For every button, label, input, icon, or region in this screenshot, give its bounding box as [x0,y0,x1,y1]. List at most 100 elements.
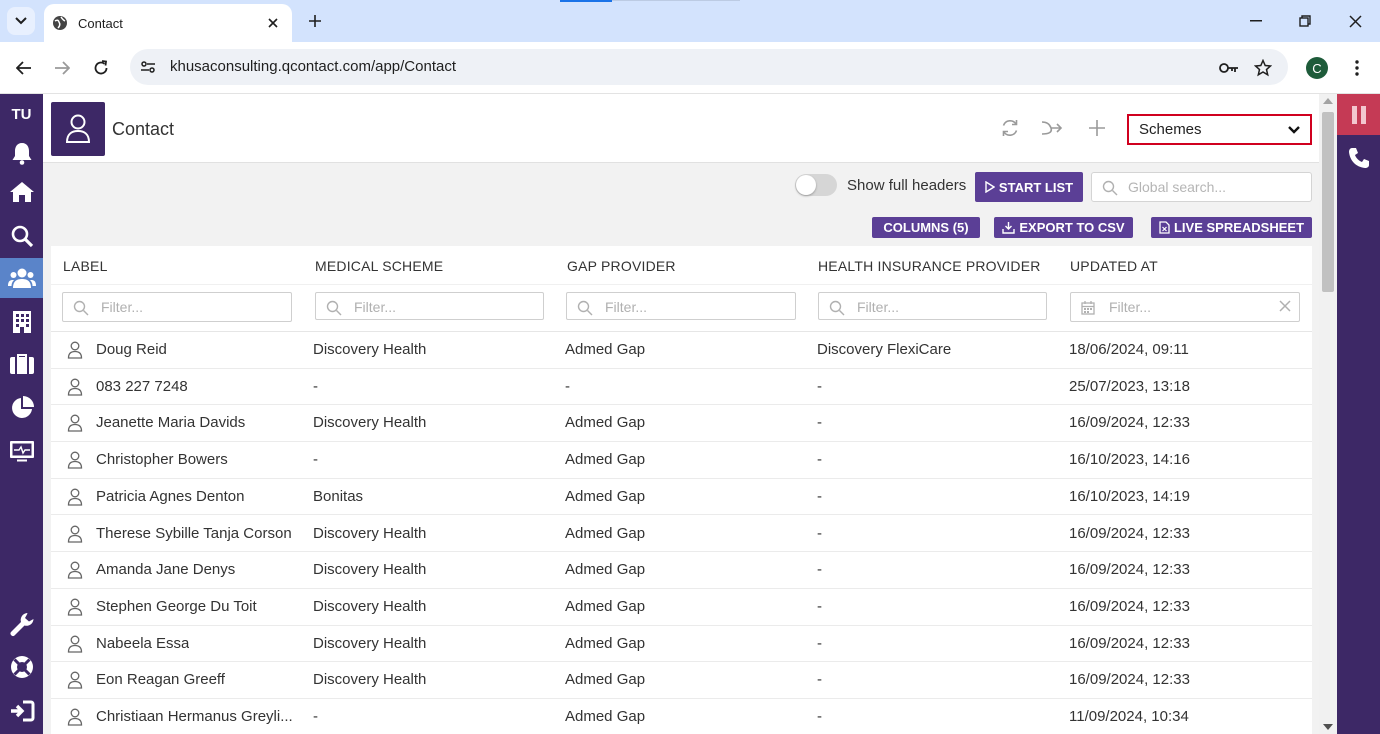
close-icon [1348,14,1362,28]
table-row[interactable]: 083 227 7248 - - - 25/07/2023, 13:18 [51,369,1312,406]
global-search-input[interactable]: Global search... [1091,172,1312,202]
plus-icon [309,15,321,27]
table-row[interactable]: Christopher Bowers - Admed Gap - 16/10/2023,… [51,442,1312,479]
cell-label[interactable]: Christiaan Hermanus Greyli... [96,708,293,725]
app-sidebar: TU [0,94,43,734]
user-icon [67,598,83,616]
refresh-button[interactable] [997,115,1023,141]
url-text[interactable]: khusaconsulting.qcontact.com/app/Contact [170,58,456,75]
add-record-button[interactable] [1084,115,1110,141]
column-header-gap-provider[interactable]: GAP PROVIDER [567,258,676,274]
start-list-label: START LIST [998,179,1074,195]
table-row[interactable]: Christiaan Hermanus Greyli... - Admed Gap -… [51,699,1312,734]
table-row[interactable]: Nabeela Essa Discovery Health Admed Gap - 16… [51,626,1312,663]
merge-icon [1041,121,1063,135]
omnibox[interactable]: khusaconsulting.qcontact.com/app/Contact [130,49,1288,85]
cell-label[interactable]: Christopher Bowers [96,451,228,468]
cell-label[interactable]: 083 227 7248 [96,378,188,395]
profile-avatar[interactable]: C [1306,57,1328,79]
scroll-down-icon[interactable] [1323,724,1333,730]
tab-strip-divider [612,0,740,1]
export-csv-label: EXPORT TO CSV [1019,220,1125,235]
cell-label[interactable]: Patricia Agnes Denton [96,488,244,505]
contacts-icon [7,268,36,288]
chevron-down-icon [1288,125,1300,134]
table-row[interactable]: Jeanette Maria Davids Discovery Health Adm… [51,405,1312,443]
table-row[interactable]: Stephen George Du Toit Discovery Health Ad… [51,589,1312,626]
sidebar-item-cases[interactable] [0,344,43,384]
phone-button[interactable] [1337,140,1380,176]
scroll-up-icon[interactable] [1323,98,1333,104]
pause-button[interactable] [1337,94,1380,135]
filter-gap-provider[interactable]: Filter... [566,292,796,320]
back-button[interactable] [11,55,37,81]
tab-search-button[interactable] [7,7,35,35]
sidebar-item-contacts[interactable] [0,258,43,298]
browser-tab[interactable]: Contact [44,4,292,42]
window-close-button[interactable] [1342,8,1368,34]
column-header-label[interactable]: LABEL [63,258,108,274]
new-tab-button[interactable] [302,8,328,34]
sidebar-item-help[interactable] [0,647,43,687]
filter-medical-scheme[interactable]: Filter... [315,292,544,320]
password-key-icon[interactable] [1218,57,1240,79]
sidebar-item-logout[interactable] [0,691,43,731]
cell-updated-at: 25/07/2023, 13:18 [1069,377,1190,395]
export-csv-button[interactable]: EXPORT TO CSV [994,217,1133,238]
cell-label[interactable]: Stephen George Du Toit [96,598,257,615]
tab-strip-accent [560,0,612,2]
minimize-button[interactable] [1243,8,1269,34]
cell-label[interactable]: Therese Sybille Tanja Corson [96,525,292,542]
cell-medical-scheme: - [313,451,318,469]
clear-icon[interactable] [1279,300,1291,312]
tab-close-button[interactable] [262,12,284,34]
full-headers-label: Show full headers [847,177,967,194]
cell-medical-scheme: Discovery Health [313,561,427,579]
browser-menu-button[interactable] [1346,56,1368,80]
cell-label[interactable]: Amanda Jane Denys [96,561,235,578]
cell-medical-scheme: Bonitas [313,487,364,505]
column-header-health-insurance-provider[interactable]: HEALTH INSURANCE PROVIDER [818,258,1041,274]
full-headers-toggle[interactable] [795,174,837,196]
sidebar-item-monitor[interactable] [0,431,43,471]
scroll-thumb[interactable] [1322,112,1334,292]
page-scrollbar[interactable] [1319,94,1337,734]
restore-button[interactable] [1292,8,1318,34]
merge-button[interactable] [1039,115,1065,141]
table-row[interactable]: Patricia Agnes Denton Bonitas Admed Gap - 16… [51,479,1312,516]
forward-button[interactable] [49,55,75,81]
global-search-placeholder: Global search... [1128,179,1227,195]
scheme-select[interactable]: Schemes [1127,114,1312,145]
chevron-down-icon [15,17,27,25]
filter-health-insurance-provider[interactable]: Filter... [818,292,1047,320]
filter-updated-at[interactable]: Filter... [1070,292,1300,322]
cell-health-insurance-provider: - [817,487,822,505]
live-spreadsheet-button[interactable]: LIVE SPREADSHEET [1151,217,1312,238]
table-row[interactable]: Amanda Jane Denys Discovery Health Admed G… [51,552,1312,589]
table-row[interactable]: Therese Sybille Tanja Corson Discovery He… [51,516,1312,553]
user-icon [67,561,83,579]
sidebar-item-notifications[interactable] [0,133,43,173]
cell-medical-scheme: Discovery Health [313,524,427,542]
reload-button[interactable] [88,55,114,81]
bookmark-star-icon[interactable] [1252,57,1274,79]
column-header-medical-scheme[interactable]: MEDICAL SCHEME [315,258,443,274]
sidebar-item-organisations[interactable] [0,302,43,342]
table-row[interactable]: Eon Reagan Greeff Discovery Health Admed G… [51,662,1312,699]
columns-button[interactable]: COLUMNS (5) [872,217,980,238]
page-header: Contact Schemes [43,94,1319,163]
cell-label[interactable]: Nabeela Essa [96,635,189,652]
table-row[interactable]: Doug Reid Discovery Health Admed Gap Discov… [51,332,1312,369]
sidebar-item-reports[interactable] [0,388,43,428]
sidebar-item-home[interactable] [0,172,43,212]
cell-label[interactable]: Doug Reid [96,341,167,358]
column-header-updated-at[interactable]: UPDATED AT [1070,258,1158,274]
filter-label[interactable]: Filter... [62,292,292,322]
arrow-right-icon [55,61,70,75]
site-info-icon[interactable] [138,57,158,77]
sidebar-item-search[interactable] [0,216,43,256]
cell-label[interactable]: Jeanette Maria Davids [96,414,245,431]
start-list-button[interactable]: START LIST [975,172,1083,202]
cell-label[interactable]: Eon Reagan Greeff [96,671,225,688]
sidebar-item-settings[interactable] [0,604,43,644]
